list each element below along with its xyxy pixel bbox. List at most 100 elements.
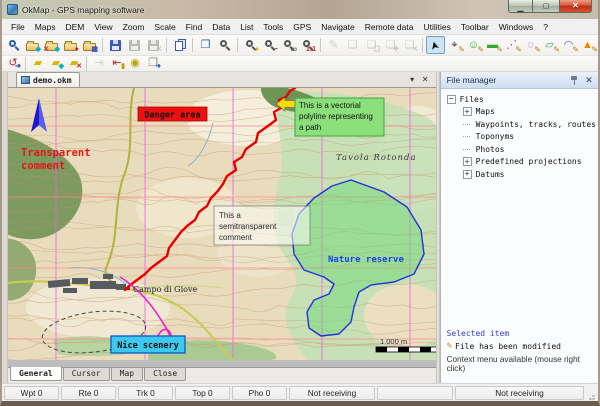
expand-icon[interactable]: + <box>463 170 472 179</box>
menu-item-scale[interactable]: Scale <box>149 21 180 33</box>
edit-delete-obj-button[interactable]: ❏✕ <box>400 36 419 54</box>
zoom-original-button[interactable]: 1:1 <box>298 36 317 54</box>
menu-item-windows[interactable]: Windows <box>494 21 538 33</box>
close-icon: ✕ <box>572 2 579 10</box>
edit-paste-obj-button[interactable]: ❏✚ <box>381 36 400 54</box>
expand-icon[interactable]: + <box>463 157 472 166</box>
zoom-tool-button[interactable] <box>215 36 234 54</box>
file-manager-header[interactable]: File manager ✕ <box>441 72 598 89</box>
save-button[interactable] <box>106 36 125 54</box>
map-workspace[interactable]: Campo di Giove Tavola Rotonda Danger are… <box>8 88 436 367</box>
show-map-button[interactable] <box>4 36 23 54</box>
bottom-tab-map[interactable]: Map <box>111 368 143 381</box>
menu-item-view[interactable]: View <box>89 21 117 33</box>
tree-item-toponyms[interactable]: Toponyms <box>445 131 596 144</box>
gps-upload-button[interactable]: ⇥ <box>90 56 108 71</box>
save-all-button[interactable]: ✕ <box>144 36 163 54</box>
edit-cut-button[interactable]: ❏ <box>343 36 362 54</box>
add-waypoint-button[interactable]: ☺✎ <box>464 36 483 54</box>
menu-item-file[interactable]: File <box>6 21 30 33</box>
panel-close-icon[interactable]: ✕ <box>583 74 595 86</box>
edit-properties-button[interactable]: ✎ <box>324 36 343 54</box>
bottom-tab-cursor[interactable]: Cursor <box>63 368 110 381</box>
add-triangle-button[interactable]: ▲✎ <box>578 36 597 54</box>
tab-demo-okm[interactable]: demo.okm <box>16 72 80 87</box>
gps-realtime-icon: ◉ <box>130 58 140 69</box>
tree-item-files[interactable]: −Files <box>445 93 596 106</box>
zoom-window-button[interactable]: ▭ <box>279 36 298 54</box>
menu-item-utilities[interactable]: Utilities <box>418 21 455 33</box>
import-map-button[interactable]: ▦ <box>80 36 99 54</box>
export-image-button[interactable]: ❐ <box>196 36 215 54</box>
window-titlebar[interactable]: OkMap - GPS mapping software ▁ ▢ ✕ <box>2 0 598 19</box>
add-route-button[interactable]: ◌✎ <box>521 36 540 54</box>
tree-item-photos[interactable]: Photos <box>445 143 596 156</box>
minimize-button[interactable]: ▁ <box>508 0 533 13</box>
gps-upload-icon: ⇥ <box>94 58 103 69</box>
polyline-callout-line3: a path <box>299 123 321 132</box>
tree-item-label: Maps <box>476 107 495 116</box>
add-comment-button[interactable]: ▬✎ <box>483 36 502 54</box>
menu-item-list[interactable]: List <box>235 21 258 33</box>
map-document-icon <box>21 76 30 84</box>
menu-item-[interactable]: ? <box>538 21 553 33</box>
measure-distance-button[interactable]: ▰ <box>29 56 47 71</box>
status-cell-empty <box>377 386 453 400</box>
measure-distance-icon: ▰ <box>34 58 42 69</box>
open-calibrate-map-button[interactable]: ◆✕ <box>42 36 61 54</box>
menu-item-maps[interactable]: Maps <box>30 21 61 33</box>
add-polygon-button[interactable]: ▱✎ <box>540 36 559 54</box>
gps-realtime-button[interactable]: ◉ <box>126 56 144 71</box>
nature-reserve-label[interactable]: Nature reserve <box>328 255 404 265</box>
menu-item-remote-data[interactable]: Remote data <box>360 21 419 33</box>
add-area-button[interactable]: ◠✎ <box>559 36 578 54</box>
open-calibrate-map-overlay2-icon: ✕ <box>43 46 49 53</box>
measure-area-button[interactable]: ▰◆ <box>47 56 65 71</box>
tree-item-datums[interactable]: +Datums <box>445 168 596 181</box>
menu-item-navigate[interactable]: Navigate <box>316 21 360 33</box>
pin-icon[interactable] <box>570 75 579 86</box>
edit-copy-obj-button[interactable]: ❏❏ <box>362 36 381 54</box>
zoom-in-button[interactable]: ● <box>241 36 260 54</box>
tree-item-maps[interactable]: + Maps <box>445 106 596 119</box>
bottom-tab-general[interactable]: General <box>10 367 62 381</box>
add-track-button[interactable]: ⋰✎ <box>502 36 521 54</box>
resize-grip[interactable] <box>586 386 596 400</box>
zoom-out-overlay-icon: − <box>274 46 278 53</box>
menu-item-find[interactable]: Find <box>181 21 208 33</box>
zoom-in-overlay-icon: ● <box>255 46 259 53</box>
bottom-tab-close[interactable]: Close <box>144 368 186 381</box>
expand-icon[interactable]: + <box>463 107 472 116</box>
open-map-button[interactable]: ◆ <box>23 36 42 54</box>
gps-download-button[interactable]: ⇤▮ <box>108 56 126 71</box>
close-map-button[interactable]: ● <box>61 36 80 54</box>
add-position-button[interactable]: ⌖✎ <box>445 36 464 54</box>
menu-item-data[interactable]: Data <box>207 21 235 33</box>
semitransparent-comment[interactable]: This a semitransparent comment <box>214 206 310 245</box>
menu-item-tools[interactable]: Tools <box>258 21 288 33</box>
tab-close-button[interactable]: ✕ <box>419 74 432 86</box>
tab-list-dropdown-button[interactable]: ▾ <box>406 74 419 86</box>
status-cell-rte-0: Rte 0 <box>61 386 116 400</box>
status-cell-pho-0: Pho 0 <box>232 386 287 400</box>
nice-scenery-comment[interactable]: Nice scenery <box>111 336 185 353</box>
menu-item-dem[interactable]: DEM <box>61 21 90 33</box>
save-as-button[interactable] <box>125 36 144 54</box>
menu-item-toolbar[interactable]: Toolbar <box>456 21 494 33</box>
tree-item-waypoints-tracks-routes[interactable]: Waypoints, tracks, routes <box>445 118 596 131</box>
recalculate-track-button[interactable]: ↺➔ <box>4 56 22 71</box>
gps-connect-button[interactable]: ❐➜ <box>144 56 162 71</box>
close-button[interactable]: ✕ <box>559 0 592 13</box>
danger-area-comment[interactable]: Danger area <box>138 107 207 121</box>
maximize-button[interactable]: ▢ <box>533 0 559 13</box>
measure-clear-button[interactable]: ▰✕ <box>65 56 83 71</box>
menu-item-gps[interactable]: GPS <box>288 21 316 33</box>
zoom-out-button[interactable]: − <box>260 36 279 54</box>
menu-item-zoom[interactable]: Zoom <box>118 21 150 33</box>
tree-item-predefined-projections[interactable]: +Predefined projections <box>445 156 596 169</box>
scale-bar-label: 1.000 m <box>380 337 407 346</box>
collapse-icon[interactable]: − <box>447 95 456 104</box>
select-pointer-button[interactable]: ➤ <box>426 36 445 54</box>
copy-button[interactable] <box>170 36 189 54</box>
map-canvas[interactable]: Campo di Giove Tavola Rotonda Danger are… <box>8 88 436 360</box>
